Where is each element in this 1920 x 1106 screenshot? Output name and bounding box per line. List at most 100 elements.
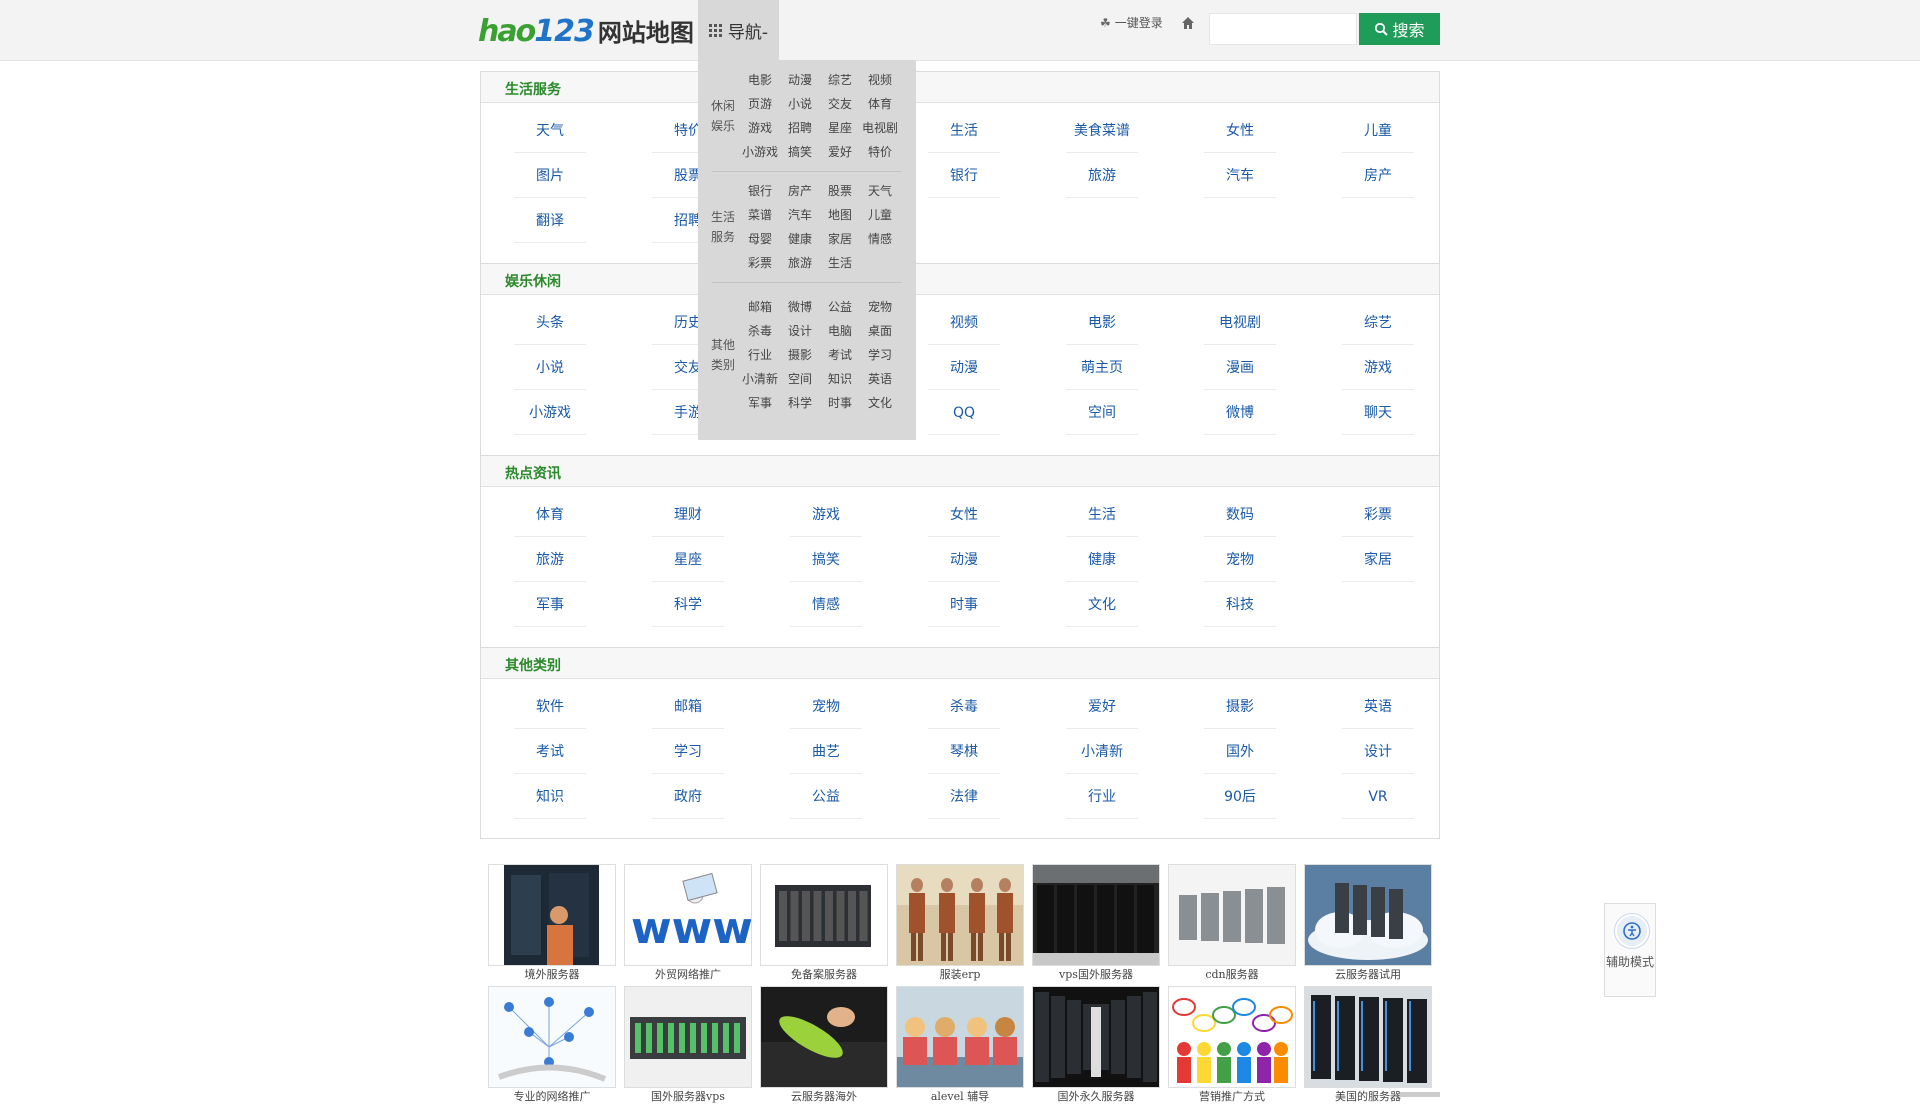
category-link[interactable]: 美食菜谱 [1066, 108, 1138, 153]
category-link[interactable]: 儿童 [1342, 108, 1414, 153]
login-link[interactable]: ☘ 一键登录 [1100, 14, 1163, 31]
dropdown-link[interactable]: 房产 [780, 179, 820, 203]
dropdown-link[interactable]: 健康 [780, 227, 820, 251]
category-link[interactable]: 宠物 [790, 684, 862, 729]
dropdown-link[interactable]: 时事 [820, 391, 860, 415]
ad-thumbnail[interactable]: 云服务器试用 [1304, 864, 1432, 984]
category-link[interactable]: 爱好 [1066, 684, 1138, 729]
dropdown-link[interactable]: 星座 [820, 116, 860, 140]
dropdown-link[interactable]: 知识 [820, 367, 860, 391]
category-link[interactable]: 行业 [1066, 774, 1138, 819]
category-link[interactable]: 宠物 [1204, 537, 1276, 582]
category-link[interactable]: 90后 [1204, 774, 1276, 819]
category-link[interactable]: 科技 [1204, 582, 1276, 627]
dropdown-link[interactable]: 体育 [860, 92, 900, 116]
category-link[interactable]: 动漫 [928, 537, 1000, 582]
category-link[interactable]: 考试 [514, 729, 586, 774]
ad-thumbnail[interactable]: cdn服务器 [1168, 864, 1296, 984]
dropdown-link[interactable]: 页游 [740, 92, 780, 116]
category-link[interactable]: 邮箱 [652, 684, 724, 729]
dropdown-link[interactable]: 特价 [860, 140, 900, 164]
dropdown-link[interactable]: 摄影 [780, 343, 820, 367]
category-link[interactable]: QQ [928, 390, 1000, 435]
category-link[interactable]: 摄影 [1204, 684, 1276, 729]
dropdown-link[interactable]: 杀毒 [740, 319, 780, 343]
dropdown-link[interactable]: 文化 [860, 391, 900, 415]
category-link[interactable]: 天气 [514, 108, 586, 153]
category-link[interactable]: 翻译 [514, 198, 586, 243]
dropdown-link[interactable]: 行业 [740, 343, 780, 367]
category-link[interactable]: 图片 [514, 153, 586, 198]
dropdown-link[interactable]: 汽车 [780, 203, 820, 227]
category-link[interactable]: 数码 [1204, 492, 1276, 537]
dropdown-link[interactable]: 天气 [860, 179, 900, 203]
dropdown-link[interactable]: 银行 [740, 179, 780, 203]
dropdown-link[interactable]: 空间 [780, 367, 820, 391]
dropdown-link[interactable]: 宠物 [860, 295, 900, 319]
category-link[interactable]: 女性 [928, 492, 1000, 537]
category-link[interactable]: VR [1342, 774, 1414, 819]
category-link[interactable]: 电视剧 [1204, 300, 1276, 345]
category-link[interactable]: 英语 [1342, 684, 1414, 729]
ad-thumbnail[interactable]: vps国外服务器 [1032, 864, 1160, 984]
dropdown-link[interactable]: 学习 [860, 343, 900, 367]
dropdown-link[interactable]: 交友 [820, 92, 860, 116]
ad-thumbnail[interactable]: 服装erp [896, 864, 1024, 984]
category-link[interactable]: 空间 [1066, 390, 1138, 435]
category-link[interactable]: 聊天 [1342, 390, 1414, 435]
dropdown-link[interactable]: 科学 [780, 391, 820, 415]
dropdown-link[interactable]: 家居 [820, 227, 860, 251]
category-link[interactable]: 曲艺 [790, 729, 862, 774]
category-link[interactable]: 军事 [514, 582, 586, 627]
category-link[interactable]: 小清新 [1066, 729, 1138, 774]
dropdown-link[interactable]: 生活 [820, 251, 860, 275]
category-link[interactable]: 旅游 [1066, 153, 1138, 198]
category-link[interactable]: 软件 [514, 684, 586, 729]
category-link[interactable]: 家居 [1342, 537, 1414, 582]
dropdown-link[interactable]: 综艺 [820, 68, 860, 92]
dropdown-link[interactable]: 小说 [780, 92, 820, 116]
ad-thumbnail[interactable]: 营销推广方式 [1168, 986, 1296, 1106]
dropdown-link[interactable]: 桌面 [860, 319, 900, 343]
ad-thumbnail[interactable]: 云服务器海外 [760, 986, 888, 1106]
category-link[interactable]: 国外 [1204, 729, 1276, 774]
category-link[interactable]: 电影 [1066, 300, 1138, 345]
category-link[interactable]: 小说 [514, 345, 586, 390]
dropdown-link[interactable]: 菜谱 [740, 203, 780, 227]
ad-thumbnail[interactable]: 境外服务器 [488, 864, 616, 984]
category-link[interactable]: 银行 [928, 153, 1000, 198]
search-input[interactable] [1209, 13, 1357, 45]
category-link[interactable]: 健康 [1066, 537, 1138, 582]
dropdown-link[interactable]: 母婴 [740, 227, 780, 251]
dropdown-link[interactable]: 电影 [740, 68, 780, 92]
category-link[interactable]: 体育 [514, 492, 586, 537]
category-link[interactable]: 生活 [928, 108, 1000, 153]
dropdown-link[interactable]: 儿童 [860, 203, 900, 227]
dropdown-link[interactable]: 微博 [780, 295, 820, 319]
dropdown-link[interactable]: 邮箱 [740, 295, 780, 319]
ad-thumbnail[interactable]: 专业的网络推广 [488, 986, 616, 1106]
dropdown-link[interactable]: 电脑 [820, 319, 860, 343]
ad-thumbnail[interactable]: www 外贸网络推广 [624, 864, 752, 984]
dropdown-link[interactable]: 小清新 [740, 367, 780, 391]
category-link[interactable]: 学习 [652, 729, 724, 774]
category-link[interactable]: 搞笑 [790, 537, 862, 582]
dropdown-link[interactable]: 军事 [740, 391, 780, 415]
hao123-logo[interactable]: hao 123 网站地图 [478, 13, 694, 49]
category-link[interactable]: 小游戏 [514, 390, 586, 435]
category-link[interactable]: 漫画 [1204, 345, 1276, 390]
category-link[interactable]: 情感 [790, 582, 862, 627]
dropdown-link[interactable]: 旅游 [780, 251, 820, 275]
category-link[interactable]: 游戏 [1342, 345, 1414, 390]
category-link[interactable]: 动漫 [928, 345, 1000, 390]
category-link[interactable]: 微博 [1204, 390, 1276, 435]
ad-thumbnail[interactable]: alevel 辅导 [896, 986, 1024, 1106]
dropdown-link[interactable]: 英语 [860, 367, 900, 391]
accessibility-mode-button[interactable]: 辅助模式 [1604, 903, 1656, 997]
dropdown-link[interactable]: 公益 [820, 295, 860, 319]
category-link[interactable]: 汽车 [1204, 153, 1276, 198]
category-link[interactable]: 萌主页 [1066, 345, 1138, 390]
dropdown-link[interactable]: 小游戏 [740, 140, 780, 164]
dropdown-link[interactable]: 情感 [860, 227, 900, 251]
category-link[interactable]: 杀毒 [928, 684, 1000, 729]
